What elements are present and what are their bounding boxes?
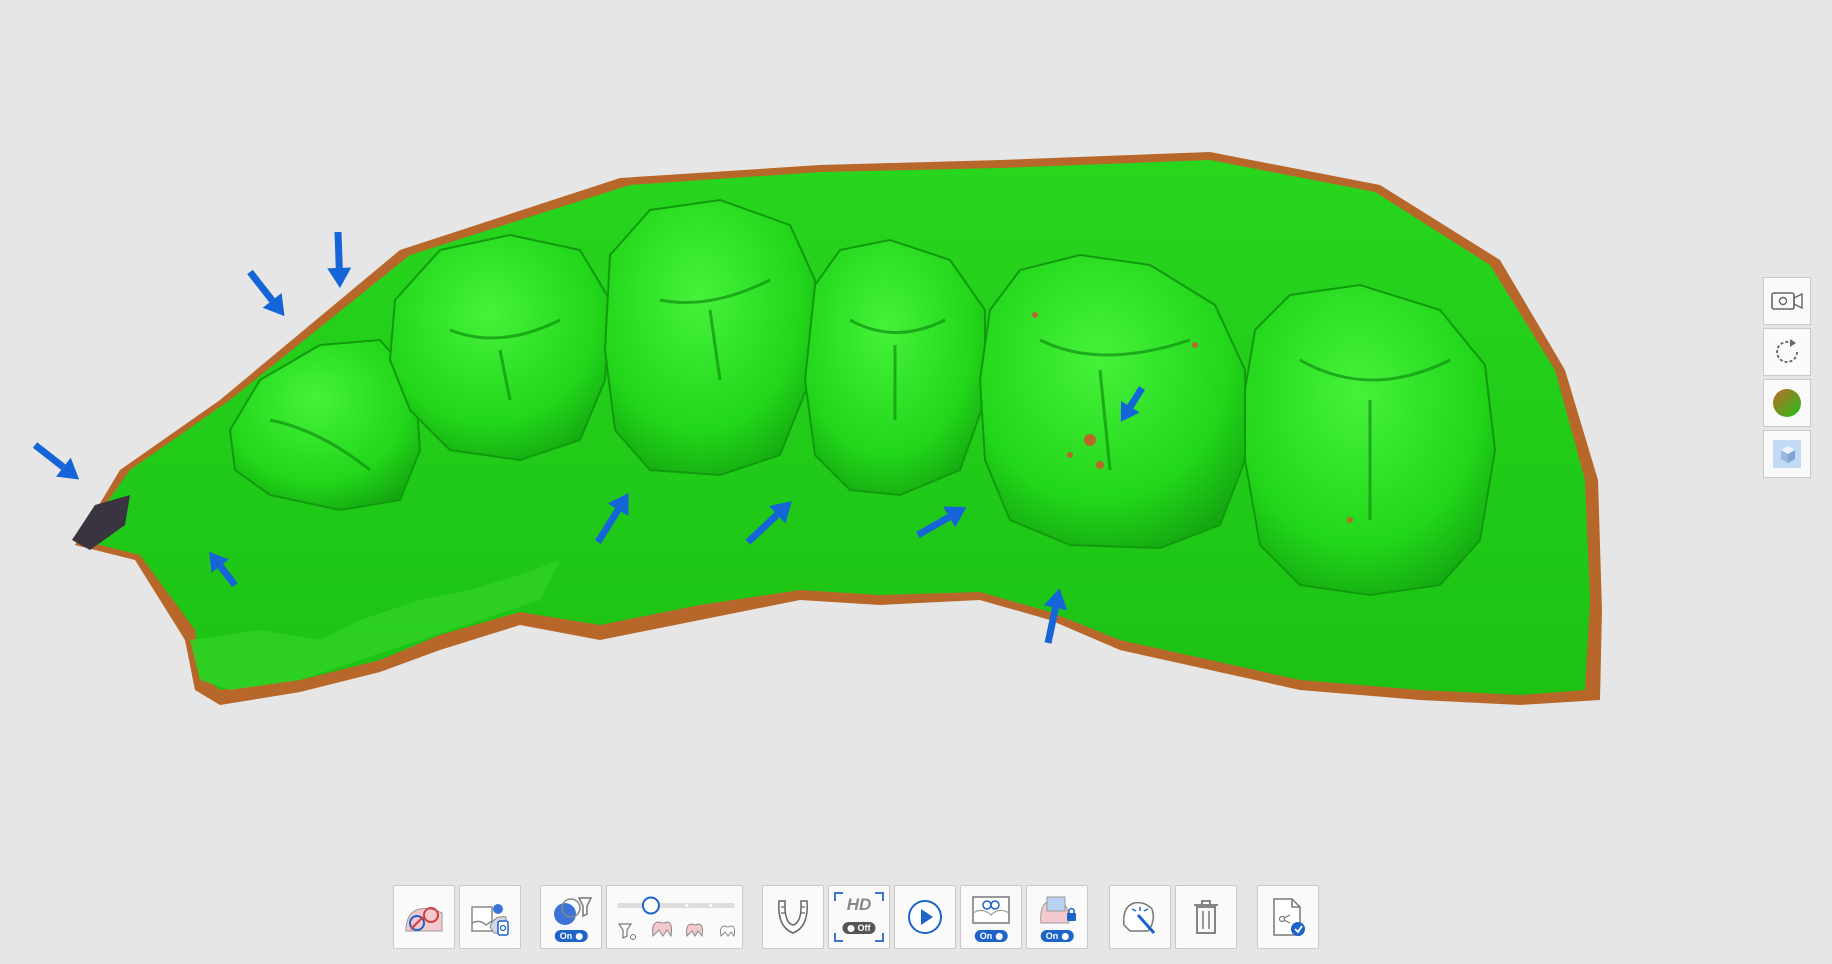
lock-tool[interactable]: On: [1026, 885, 1088, 949]
video-camera-icon: [1771, 292, 1803, 310]
magic-wand-icon: [1122, 901, 1156, 934]
toolbar-group-view: HD Off On On: [762, 885, 1088, 951]
toggle-label: On: [1045, 931, 1059, 941]
filter-level-slider[interactable]: [606, 885, 743, 949]
camera-view-icon: [972, 896, 1010, 924]
hd-label: HD: [846, 895, 872, 914]
reset-rotation-button[interactable]: [1763, 328, 1811, 376]
scan-review-icon: [471, 904, 509, 936]
scan-review-tool[interactable]: [459, 885, 521, 949]
scan-area-tool[interactable]: [393, 885, 455, 949]
annotation-arrow: [247, 269, 285, 317]
hd-tool[interactable]: HD Off: [828, 885, 890, 949]
toolbar-group-export: [1257, 885, 1319, 951]
toggle-off-badge: Off: [842, 922, 876, 934]
rotate-icon: [1776, 339, 1798, 363]
arch-tool[interactable]: [762, 885, 824, 949]
toolbar-group-filter: On: [540, 885, 743, 951]
toolbar-group-edit: [1109, 885, 1237, 951]
texture-toggle-button[interactable]: [1763, 379, 1811, 427]
smart-filter-icon: [554, 897, 593, 925]
play-tool[interactable]: [894, 885, 956, 949]
toggle-label: Off: [857, 923, 871, 933]
annotation-arrow: [327, 231, 352, 288]
annotation-arrow: [32, 442, 80, 480]
tooth-scan-area-icon: [405, 907, 443, 932]
toggle-label: On: [559, 931, 573, 941]
delete-tool[interactable]: [1175, 885, 1237, 949]
tooth-lock-icon: [1040, 896, 1076, 924]
toggle-on-badge: On: [974, 930, 1008, 942]
toggle-label: On: [979, 931, 993, 941]
export-tool[interactable]: [1257, 885, 1319, 949]
filter-slider-icon: [617, 896, 736, 940]
arch-icon: [778, 900, 808, 934]
cube-view-icon: [1773, 440, 1801, 468]
right-view-panel: [1763, 277, 1811, 478]
camera-view-tool[interactable]: On: [960, 885, 1022, 949]
toolbar-group-scan: [393, 885, 521, 951]
toggle-on-badge: On: [554, 930, 588, 942]
record-video-button[interactable]: [1763, 277, 1811, 325]
trash-icon: [1194, 900, 1218, 934]
color-texture-icon: [1773, 389, 1801, 417]
toggle-on-badge: On: [1040, 930, 1074, 942]
magic-select-tool[interactable]: [1109, 885, 1171, 949]
3d-viewport[interactable]: [0, 0, 1832, 964]
play-icon: [908, 900, 942, 934]
export-file-icon: [1273, 898, 1305, 936]
smart-filter-tool[interactable]: On: [540, 885, 602, 949]
dental-scan-model[interactable]: [0, 0, 1832, 964]
view-mode-button[interactable]: [1763, 430, 1811, 478]
slider-knob: [641, 896, 660, 915]
